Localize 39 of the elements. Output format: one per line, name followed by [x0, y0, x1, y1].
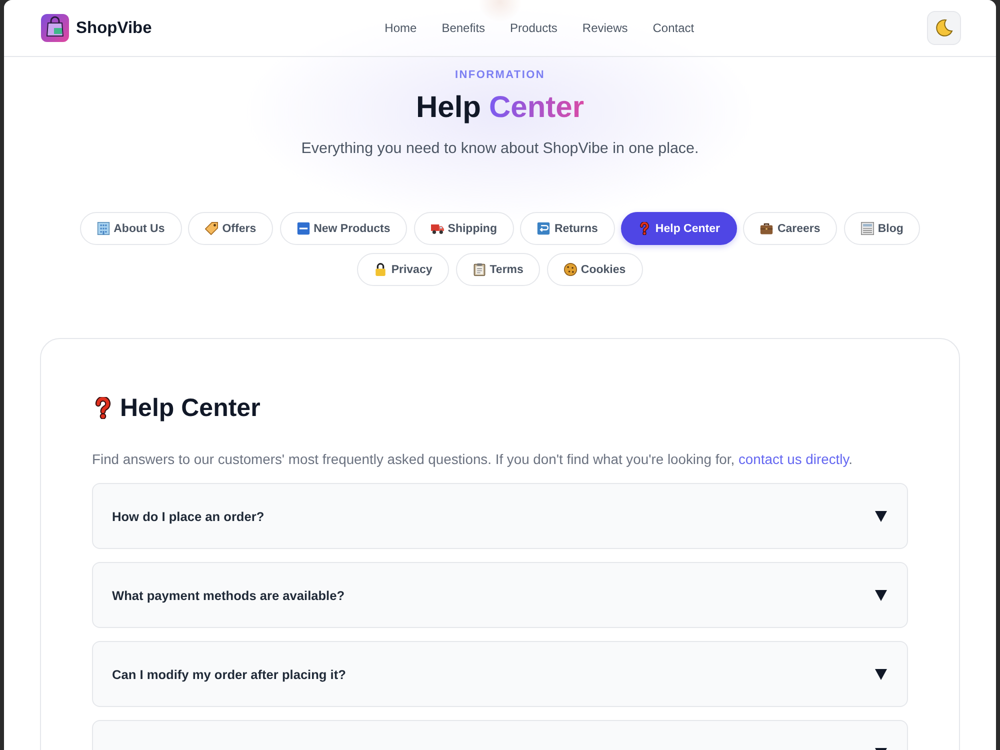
- bag-logo-icon: [41, 14, 69, 42]
- faq-question[interactable]: Can I modify my order after placing it?: [92, 641, 908, 707]
- nav-link[interactable]: Home: [384, 21, 417, 35]
- badge-icon: [296, 222, 310, 235]
- contact-link[interactable]: contact us directly: [738, 451, 849, 467]
- nav-link[interactable]: Contact: [652, 21, 694, 35]
- clipboard-icon: [472, 263, 486, 276]
- nav-link[interactable]: Products: [510, 21, 558, 35]
- category-tab[interactable]: Careers: [743, 212, 838, 245]
- category-tab[interactable]: About Us: [80, 212, 182, 245]
- category-tab[interactable]: Terms: [456, 253, 540, 286]
- category-tab[interactable]: Offers: [188, 212, 274, 245]
- category-tab[interactable]: Returns: [520, 212, 615, 245]
- intro-paragraph: Find answers to our customers' most frequently asked questions. If you don't find what you're looking for, contact us directly.: [92, 450, 854, 469]
- category-tab[interactable]: New Products: [280, 212, 408, 245]
- theme-toggle-button[interactable]: [927, 11, 961, 45]
- question-mark-icon: [638, 222, 652, 235]
- cookie-icon: [564, 263, 577, 276]
- category-tab[interactable]: Help Center: [621, 212, 737, 245]
- faq-question[interactable]: What payment methods are available?: [92, 562, 908, 628]
- page-subtitle: Everything you need to know about ShopVibe in one place.: [301, 139, 699, 159]
- nav-link[interactable]: Reviews: [582, 21, 628, 35]
- category-tab[interactable]: Privacy: [357, 253, 450, 286]
- brand-name: ShopVibe: [76, 18, 152, 38]
- section-title: Help Center: [120, 394, 260, 422]
- section-eyebrow: INFORMATION: [455, 68, 545, 82]
- category-tab[interactable]: Blog: [844, 212, 920, 245]
- moon-icon: [935, 19, 953, 37]
- lock-icon: [374, 263, 388, 276]
- briefcase-icon: [760, 222, 774, 235]
- tag-icon: [205, 222, 218, 235]
- nav-link[interactable]: Benefits: [442, 21, 486, 35]
- faq-question[interactable]: How do I place an order?: [92, 483, 908, 549]
- newspaper-icon: [860, 222, 874, 235]
- building-icon: [96, 222, 110, 235]
- category-tab[interactable]: Shipping: [414, 212, 514, 245]
- category-tab[interactable]: Cookies: [546, 253, 643, 286]
- return-arrow-icon: [537, 222, 550, 235]
- truck-icon: [430, 222, 444, 235]
